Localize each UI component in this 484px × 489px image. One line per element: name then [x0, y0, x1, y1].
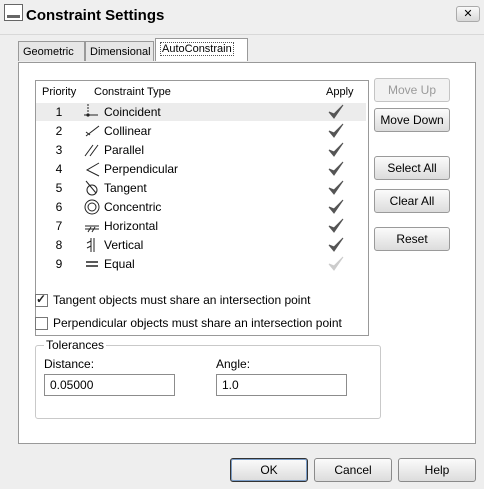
constraint-row-tangent[interactable]: 5 Tangent: [36, 179, 366, 197]
apply-check-icon[interactable]: [328, 218, 344, 234]
move-down-button[interactable]: Move Down: [374, 108, 450, 132]
distance-label: Distance:: [44, 357, 95, 371]
row-constraint-type: Tangent: [104, 181, 147, 195]
tab-autoconstrain[interactable]: AutoConstrain: [155, 38, 248, 61]
apply-check-icon[interactable]: [328, 237, 344, 253]
constraint-row-perpendicular[interactable]: 4 Perpendicular: [36, 160, 366, 178]
select-all-button[interactable]: Select All: [374, 156, 450, 180]
constraint-row-horizontal[interactable]: 7 Horizontal: [36, 217, 366, 235]
ok-button[interactable]: OK: [230, 458, 308, 482]
row-constraint-type: Perpendicular: [104, 162, 179, 176]
angle-label: Angle:: [216, 357, 251, 371]
list-header: Priority Constraint Type Apply: [36, 81, 368, 103]
tab-geometric[interactable]: Geometric: [18, 41, 85, 61]
row-priority: 2: [55, 124, 63, 138]
clear-all-button[interactable]: Clear All: [374, 189, 450, 213]
apply-check-icon[interactable]: [328, 104, 344, 120]
row-priority: 6: [55, 200, 63, 214]
tab-dimensional[interactable]: Dimensional: [85, 41, 154, 61]
tolerances-title: Tolerances: [44, 338, 107, 352]
constraint-row-collinear[interactable]: 2 Collinear: [36, 122, 366, 140]
header-priority: Priority: [42, 86, 77, 98]
row-constraint-type: Vertical: [104, 238, 144, 252]
perpendicular-icon: [84, 161, 102, 177]
move-up-button[interactable]: Move Up: [374, 78, 450, 102]
row-constraint-type: Parallel: [104, 143, 145, 157]
perpendicular-checkbox[interactable]: [35, 317, 48, 330]
perpendicular-checkbox-label: Perpendicular objects must share an inte…: [53, 316, 342, 330]
apply-check-icon[interactable]: [328, 199, 344, 215]
horizontal-icon: [84, 218, 102, 234]
vertical-icon: [84, 237, 102, 253]
tangent-checkbox[interactable]: [35, 292, 48, 307]
constraint-row-coincident[interactable]: 1 Coincident: [36, 103, 366, 121]
row-constraint-type: Concentric: [104, 200, 162, 214]
row-priority: 5: [55, 181, 63, 195]
angle-input[interactable]: 1.0: [216, 374, 347, 396]
help-button[interactable]: Help: [398, 458, 476, 482]
equal-icon: [84, 256, 102, 272]
tangent-icon: [84, 180, 102, 196]
concentric-icon: [84, 199, 102, 215]
row-priority: 1: [55, 105, 63, 119]
row-priority: 4: [55, 162, 63, 176]
apply-check-icon[interactable]: [328, 123, 344, 139]
window-title: Constraint Settings: [26, 7, 165, 24]
distance-input[interactable]: 0.05000: [44, 374, 175, 396]
constraint-row-parallel[interactable]: 3 Parallel: [36, 141, 366, 159]
cancel-button[interactable]: Cancel: [314, 458, 392, 482]
row-priority: 9: [55, 257, 63, 271]
row-constraint-type: Horizontal: [104, 219, 159, 233]
apply-check-icon[interactable]: [328, 142, 344, 158]
constraint-row-concentric[interactable]: 6 Concentric: [36, 198, 366, 216]
row-constraint-type: Equal: [104, 257, 135, 271]
coincident-icon: [84, 104, 102, 120]
header-apply: Apply: [326, 86, 354, 98]
apply-check-icon[interactable]: [328, 180, 344, 196]
row-priority: 8: [55, 238, 63, 252]
parallel-icon: [84, 142, 102, 158]
apply-check-icon[interactable]: [328, 161, 344, 177]
row-priority: 7: [55, 219, 63, 233]
row-priority: 3: [55, 143, 63, 157]
header-constraint-type: Constraint Type: [94, 86, 171, 98]
reset-button[interactable]: Reset: [374, 227, 450, 251]
collinear-icon: [84, 123, 102, 139]
tolerances-group: Tolerances Distance: 0.05000 Angle: 1.0: [35, 338, 381, 419]
close-button[interactable]: ✕: [456, 6, 480, 22]
constraint-row-vertical[interactable]: 8 Vertical: [36, 236, 366, 254]
autoconstrain-panel: Priority Constraint Type Apply 1 Coincide…: [18, 62, 476, 444]
tangent-checkbox-label: Tangent objects must share an intersecti…: [53, 293, 311, 307]
row-constraint-type: Collinear: [104, 124, 152, 138]
row-constraint-type: Coincident: [104, 105, 161, 119]
constraint-row-equal[interactable]: 9 Equal: [36, 255, 366, 273]
apply-check-icon[interactable]: [328, 256, 344, 272]
title-bar: Constraint Settings ✕: [0, 0, 484, 35]
app-icon: [4, 4, 23, 21]
